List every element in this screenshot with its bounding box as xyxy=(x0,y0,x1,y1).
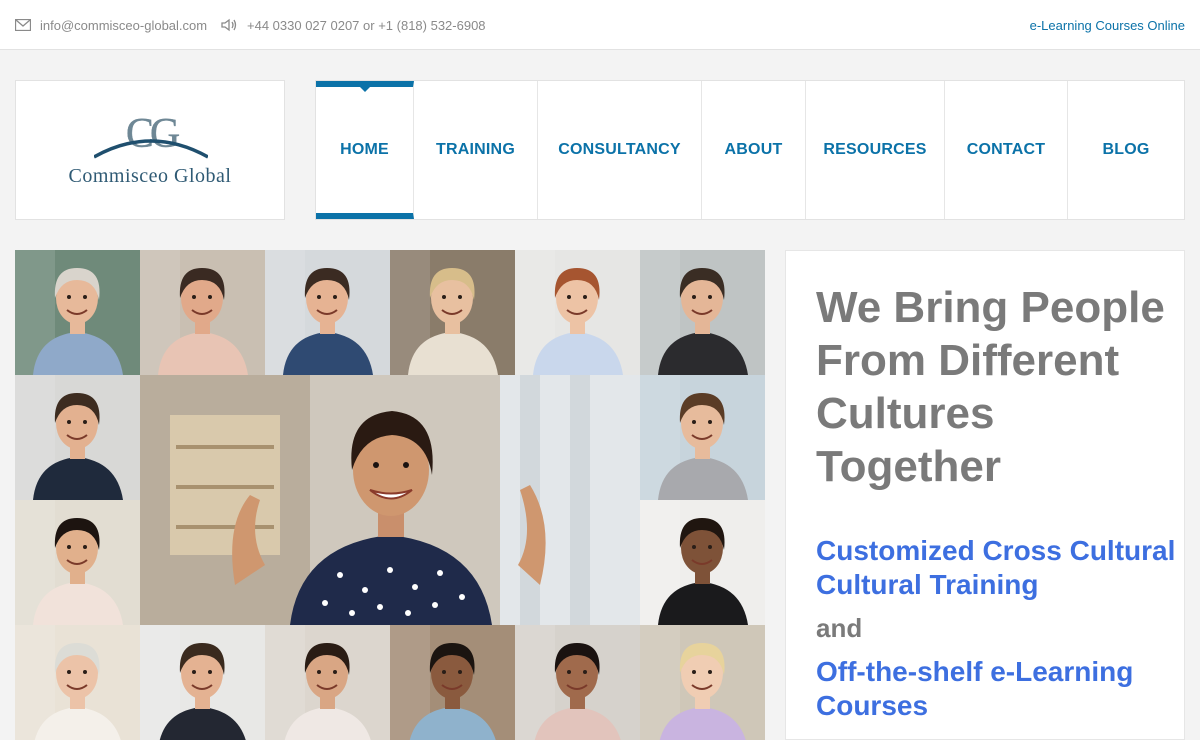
hero-card: We Bring People From Different Cultures … xyxy=(785,250,1185,740)
nav-blog-label: BLOG xyxy=(1102,141,1150,158)
nav-consultancy-label: CONSULTANCY xyxy=(558,141,681,158)
nav-home[interactable]: HOME xyxy=(316,81,414,219)
nav-contact[interactable]: CONTACT xyxy=(945,81,1068,219)
nav-resources[interactable]: RESOURCES xyxy=(806,81,945,219)
video-call-collage xyxy=(15,250,765,740)
contact-phone[interactable]: +44 0330 027 0207 or +1 (818) 532-6908 xyxy=(221,0,486,50)
nav-training[interactable]: TRAINING xyxy=(414,81,538,219)
active-caret-icon xyxy=(358,86,371,92)
elearning-courses-link[interactable]: e-Learning Courses Online xyxy=(1030,0,1185,50)
nav-contact-label: CONTACT xyxy=(966,141,1046,158)
participant-photo xyxy=(15,250,140,375)
site-logo[interactable]: CG Commisceo Global xyxy=(15,80,285,220)
phone-text: +44 0330 027 0207 or +1 (818) 532-6908 xyxy=(247,17,486,33)
nav-blog[interactable]: BLOG xyxy=(1068,81,1184,219)
participant-photo xyxy=(640,250,765,375)
contact-email[interactable]: info@commisceo-global.com xyxy=(14,0,207,50)
nav-consultancy[interactable]: CONSULTANCY xyxy=(538,81,702,219)
logo-text: Commisceo Global xyxy=(68,165,232,187)
nav-resources-label: RESOURCES xyxy=(823,141,927,158)
hero-connector: and xyxy=(816,613,863,643)
participant-photo xyxy=(390,625,515,740)
hero-subline-courses: Off-the-shelf e-Learning Courses xyxy=(816,656,1134,721)
featured-participant-photo xyxy=(140,375,640,625)
nav-about[interactable]: ABOUT xyxy=(702,81,806,219)
participant-photo xyxy=(265,625,390,740)
participant-photo xyxy=(640,500,765,625)
participant-photo xyxy=(140,625,265,740)
logo-mark-text: CG xyxy=(126,117,180,157)
participant-photo xyxy=(515,250,640,375)
participant-photo xyxy=(640,375,765,500)
speaker-icon xyxy=(221,18,239,32)
participant-photo xyxy=(15,375,140,500)
participant-photo xyxy=(265,250,390,375)
envelope-icon xyxy=(14,18,32,32)
nav-home-label: HOME xyxy=(340,141,389,158)
nav-training-label: TRAINING xyxy=(436,141,515,158)
participant-photo xyxy=(640,625,765,740)
hero-subline-training: Customized Cross Cultural Cultural Train… xyxy=(816,535,1176,600)
participant-photo xyxy=(140,250,265,375)
top-bar: info@commisceo-global.com +44 0330 027 0… xyxy=(0,0,1200,50)
hero-headline: We Bring People From Different Cultures … xyxy=(816,283,1165,491)
nav-about-label: ABOUT xyxy=(724,141,783,158)
participant-photo xyxy=(15,625,140,740)
participant-photo xyxy=(15,500,140,625)
participant-photo xyxy=(390,250,515,375)
participant-photo xyxy=(515,625,640,740)
logo-mark-icon: CG xyxy=(94,117,208,159)
main-nav: HOME TRAINING CONSULTANCY ABOUT RESOURCE… xyxy=(315,80,1185,220)
email-text: info@commisceo-global.com xyxy=(40,17,208,33)
